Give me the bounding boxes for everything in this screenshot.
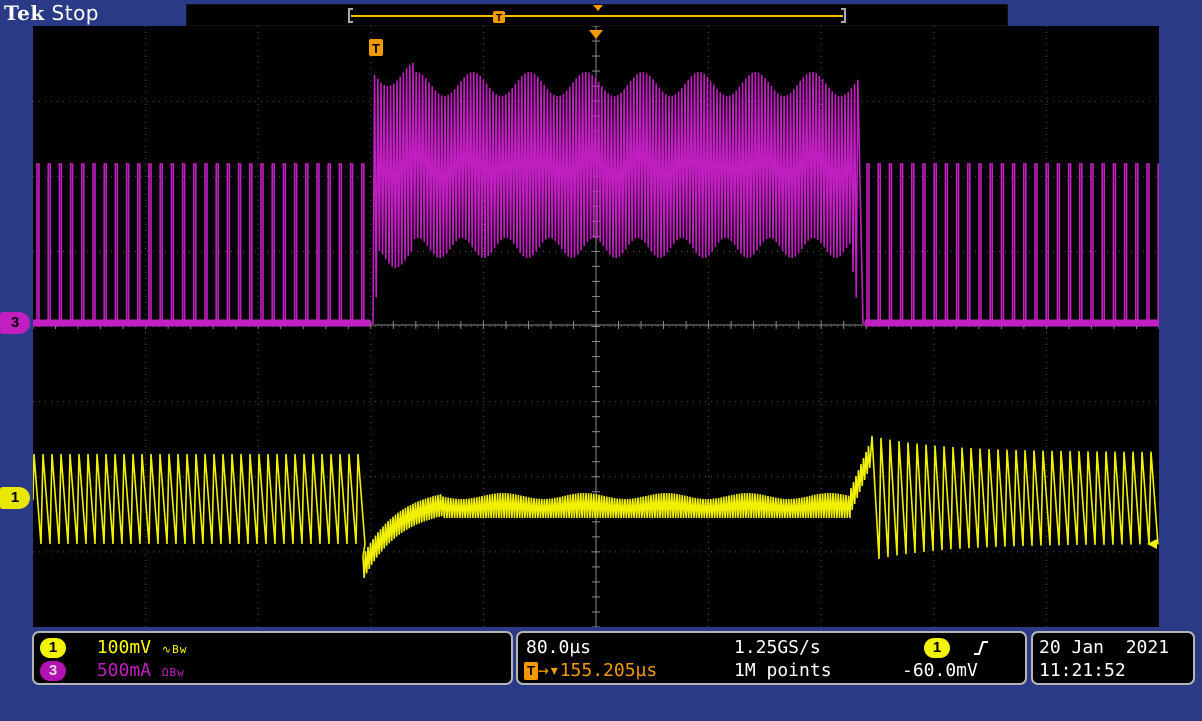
expansion-point-icon xyxy=(593,5,603,11)
ch1-badge: 1 xyxy=(40,638,66,658)
time-per-div: 80.0µs xyxy=(526,637,592,658)
trigger-level-graphic: T xyxy=(369,30,603,56)
sample-rate: 1.25GS/s xyxy=(734,637,821,658)
ch3-coupling-icon: ΩBw xyxy=(161,666,185,679)
trigger-arrow-icon: →▾ xyxy=(538,660,560,681)
time: 11:21:52 xyxy=(1039,660,1126,681)
trigger-level-icon xyxy=(589,30,603,39)
ch3-readout[interactable]: 3 500mA ΩBw xyxy=(40,659,185,683)
trigger-position-value: 155.205µs xyxy=(559,660,658,681)
trigger-position-readout: T →▾155.205µs xyxy=(524,659,657,683)
ch1-coupling-icon: ∿Bw xyxy=(161,643,188,656)
brand-logo: Tek xyxy=(4,1,45,25)
svg-text:T: T xyxy=(496,13,502,24)
ch3-scale: 500mA xyxy=(96,660,152,681)
ch3-badge: 3 xyxy=(40,661,66,681)
ch3-ground-marker[interactable]: 3 xyxy=(0,312,30,334)
rising-edge-icon xyxy=(973,637,989,658)
svg-text:T: T xyxy=(372,41,380,56)
channel-readout-panel[interactable]: 1 100mV ∿Bw 3 500mA ΩBw xyxy=(32,631,513,685)
date: 20 Jan 2021 xyxy=(1039,637,1170,658)
horizontal-trigger-panel[interactable]: 80.0µs 1.25GS/s T →▾155.205µs 1M points 1… xyxy=(516,631,1027,685)
trigger-source-badge: 1 xyxy=(924,638,950,658)
brand-status: Tek Stop xyxy=(0,0,99,26)
waveform-area: T xyxy=(33,26,1159,627)
trigger-level: -60.0mV xyxy=(902,660,978,681)
ch1-scale: 100mV xyxy=(96,637,152,658)
trigger-source-readout: 1 xyxy=(924,636,989,660)
waveform-display[interactable]: T xyxy=(33,26,1159,627)
trigger-t-icon: T xyxy=(524,662,538,680)
record-view-bar[interactable]: T xyxy=(186,4,1008,26)
record-length: 1M points xyxy=(734,660,832,681)
acquisition-status: Stop xyxy=(51,1,99,25)
ch1-ground-marker[interactable]: 1 xyxy=(0,487,30,509)
datetime-panel: 20 Jan 2021 11:21:52 xyxy=(1031,631,1195,685)
top-status-bar: Tek Stop T xyxy=(0,0,1202,26)
record-view-graphic: T xyxy=(348,5,846,24)
ch1-readout[interactable]: 1 100mV ∿Bw xyxy=(40,636,187,660)
